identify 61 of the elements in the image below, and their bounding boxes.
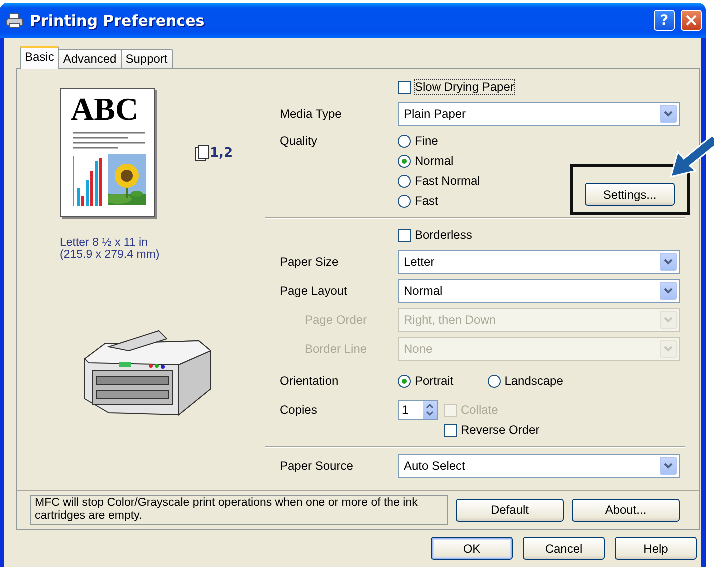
checkbox[interactable] <box>444 424 457 436</box>
dialog-button[interactable]: Cancel <box>523 537 605 560</box>
radio-label: Fast <box>415 194 438 208</box>
radio-label: Fast Normal <box>415 174 480 188</box>
panel-button[interactable]: About... <box>572 498 680 522</box>
field-label: Orientation <box>280 374 339 388</box>
paper-size-text: Letter 8 ½ x 11 in <box>60 237 150 249</box>
radio-button[interactable] <box>398 174 411 188</box>
chevron-down-icon <box>664 288 673 294</box>
dropdown[interactable]: Auto Select <box>398 454 680 478</box>
chevron-down-icon <box>664 317 673 323</box>
bar-chart-icon <box>73 156 105 206</box>
radio-label: Normal <box>415 154 454 168</box>
help-button[interactable]: ? <box>654 10 675 31</box>
status-message: MFC will stop Color/Grayscale print operations when one or more of the ink cartridges are empty. <box>30 495 448 525</box>
chevron-down-icon <box>664 463 673 469</box>
chevron-down-icon <box>664 346 673 352</box>
dialog-button[interactable]: Help <box>615 537 697 560</box>
checkbox-label: Slow Drying Paper <box>415 80 514 94</box>
tab[interactable]: Support <box>120 49 173 68</box>
radio-button[interactable] <box>398 134 411 148</box>
pages-icon <box>195 145 209 161</box>
field-label: Paper Size <box>280 255 339 269</box>
window-title: Printing Preferences <box>30 12 206 30</box>
field-label: Paper Source <box>280 459 354 473</box>
field-label: Media Type <box>280 107 342 121</box>
field-label: Page Order <box>305 313 368 327</box>
dropdown[interactable]: Plain Paper <box>398 102 680 126</box>
dialog-button[interactable]: OK <box>431 537 513 560</box>
page-order-label: 1,2 <box>210 146 234 161</box>
dropdown[interactable]: Letter <box>398 250 680 274</box>
checkbox-label: Borderless <box>415 228 472 242</box>
checkbox[interactable] <box>398 80 411 94</box>
checkbox-label: Reverse Order <box>461 423 540 437</box>
copies-spinner[interactable]: 1 <box>398 400 438 420</box>
paper-size-text: (215.9 x 279.4 mm) <box>60 249 160 261</box>
chevron-down-icon <box>664 259 673 265</box>
radio-label: Fine <box>415 134 438 148</box>
checkbox-label: Collate <box>461 403 498 417</box>
radio-button[interactable] <box>398 194 411 208</box>
panel-button[interactable]: Default <box>456 498 564 522</box>
printer-icon <box>6 12 24 28</box>
settings-button[interactable]: Settings... <box>585 183 675 206</box>
close-button[interactable] <box>681 10 702 31</box>
field-label: Quality <box>280 134 318 148</box>
callout-arrow <box>668 134 715 180</box>
field-label: Copies <box>280 403 318 417</box>
preview-heading: ABC <box>71 91 139 128</box>
field-label: Border Line <box>305 342 368 356</box>
checkbox[interactable] <box>398 228 411 242</box>
close-icon <box>686 15 697 26</box>
radio-button[interactable] <box>398 374 411 388</box>
tab[interactable]: Advanced <box>58 49 122 68</box>
field-label: Page Layout <box>280 284 348 298</box>
radio-label: Portrait <box>415 374 454 388</box>
radio-button[interactable] <box>488 374 501 388</box>
radio-label: Landscape <box>504 374 564 388</box>
tab[interactable]: Basic <box>20 46 60 69</box>
chevron-down-icon <box>664 111 673 117</box>
radio-button[interactable] <box>398 154 411 168</box>
dropdown[interactable]: Normal <box>398 279 680 303</box>
